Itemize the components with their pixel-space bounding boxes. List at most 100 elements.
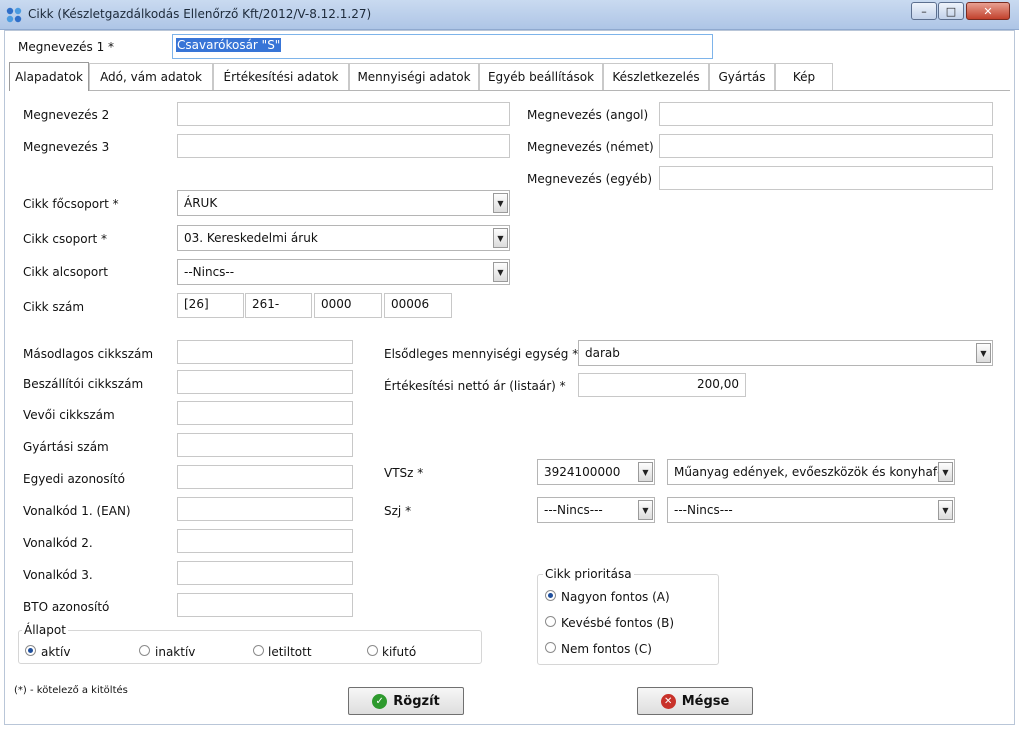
supplier-code-input[interactable] xyxy=(177,370,353,394)
cancel-icon: ✕ xyxy=(660,693,676,709)
other-name-input[interactable] xyxy=(659,166,993,190)
maximize-icon: □ xyxy=(945,4,957,18)
priority-b-radio[interactable] xyxy=(545,616,556,627)
priority-a-label[interactable]: Nagyon fontos (A) xyxy=(561,590,670,604)
german-name-input[interactable] xyxy=(659,134,993,158)
close-button[interactable]: ✕ xyxy=(966,2,1010,20)
vtsz-label: VTSz * xyxy=(384,466,424,480)
tab-label: Adó, vám adatok xyxy=(100,70,202,84)
item-number-label: Cikk szám xyxy=(23,300,85,314)
vtsz-description-select[interactable]: Műanyag edények, evőeszközök és konyhafe… xyxy=(667,459,955,485)
english-name-label: Megnevezés (angol) xyxy=(527,108,649,122)
status-inactive-label[interactable]: inaktív xyxy=(155,645,195,659)
subgroup-select[interactable]: --Nincs-- ▼ xyxy=(177,259,510,285)
tab-mennyisegi[interactable]: Mennyiségi adatok xyxy=(349,63,479,90)
status-disabled-label[interactable]: letiltott xyxy=(268,645,312,659)
chevron-down-icon[interactable]: ▼ xyxy=(638,500,653,520)
tab-keszletkezeles[interactable]: Készletkezelés xyxy=(603,63,709,90)
priority-c-label[interactable]: Nem fontos (C) xyxy=(561,642,652,656)
unique-id-input[interactable] xyxy=(177,465,353,489)
maximize-button[interactable]: □ xyxy=(938,2,964,20)
status-phaseout-label[interactable]: kifutó xyxy=(382,645,416,659)
szj-label: Szj * xyxy=(384,504,412,518)
item-number-part-3[interactable]: 0000 xyxy=(314,293,382,318)
name3-label: Megnevezés 3 xyxy=(23,140,110,154)
tab-ertekesitesi[interactable]: Értékesítési adatok xyxy=(213,63,349,90)
other-name-label: Megnevezés (egyéb) xyxy=(527,172,653,186)
bto-id-input[interactable] xyxy=(177,593,353,617)
chevron-down-icon[interactable]: ▼ xyxy=(938,500,953,520)
name1-label: Megnevezés 1 * xyxy=(18,40,115,54)
bto-id-label: BTO azonosító xyxy=(23,600,110,614)
subgroup-label: Cikk alcsoport xyxy=(23,265,108,279)
unique-id-label: Egyedi azonosító xyxy=(23,472,126,486)
app-icon xyxy=(6,7,22,23)
chevron-down-icon[interactable]: ▼ xyxy=(493,262,508,282)
status-legend: Állapot xyxy=(22,623,68,637)
window-title: Cikk (Készletgazdálkodás Ellenőrző Kft/2… xyxy=(28,7,372,21)
tab-label: Kép xyxy=(792,70,816,84)
chevron-down-icon[interactable]: ▼ xyxy=(493,193,508,213)
priority-legend: Cikk prioritása xyxy=(543,567,634,581)
vtsz-description-value: Műanyag edények, evőeszközök és konyhafe… xyxy=(674,465,948,479)
title-bar[interactable]: Cikk (Készletgazdálkodás Ellenőrző Kft/2… xyxy=(0,0,1019,30)
group-label: Cikk csoport * xyxy=(23,232,108,246)
english-name-input[interactable] xyxy=(659,102,993,126)
status-active-radio[interactable] xyxy=(25,645,36,656)
status-phaseout-radio[interactable] xyxy=(367,645,378,656)
priority-c-radio[interactable] xyxy=(545,642,556,653)
status-disabled-radio[interactable] xyxy=(253,645,264,656)
tab-kep[interactable]: Kép xyxy=(775,63,833,90)
production-number-input[interactable] xyxy=(177,433,353,457)
name3-input[interactable] xyxy=(177,134,510,158)
minimize-icon: – xyxy=(921,4,927,18)
secondary-code-input[interactable] xyxy=(177,340,353,364)
chevron-down-icon[interactable]: ▼ xyxy=(938,462,953,482)
unit-value: darab xyxy=(585,346,620,360)
priority-a-radio[interactable] xyxy=(545,590,556,601)
chevron-down-icon[interactable]: ▼ xyxy=(638,462,653,482)
barcode3-input[interactable] xyxy=(177,561,353,585)
tab-alapadatok[interactable]: Alapadatok xyxy=(9,62,89,91)
item-number-part-2[interactable]: 261- xyxy=(245,293,312,318)
customer-code-input[interactable] xyxy=(177,401,353,425)
status-active-label[interactable]: aktív xyxy=(41,645,70,659)
main-group-select[interactable]: ÁRUK ▼ xyxy=(177,190,510,216)
save-button[interactable]: ✓ Rögzít xyxy=(348,687,464,715)
cancel-button[interactable]: ✕ Mégse xyxy=(637,687,753,715)
price-input[interactable]: 200,00 xyxy=(578,373,746,397)
tab-label: Értékesítési adatok xyxy=(223,70,339,84)
secondary-code-label: Másodlagos cikkszám xyxy=(23,347,154,361)
priority-b-label[interactable]: Kevésbé fontos (B) xyxy=(561,616,674,630)
tab-bar: Alapadatok Adó, vám adatok Értékesítési … xyxy=(9,62,1010,91)
szj-code-select[interactable]: ---Nincs--- ▼ xyxy=(537,497,655,523)
barcode3-label: Vonalkód 3. xyxy=(23,568,93,582)
chevron-down-icon[interactable]: ▼ xyxy=(493,228,508,248)
chevron-down-icon[interactable]: ▼ xyxy=(976,343,991,363)
required-note: (*) - kötelező a kitöltés xyxy=(14,685,128,696)
german-name-label: Megnevezés (német) xyxy=(527,140,654,154)
tab-ado-vam[interactable]: Adó, vám adatok xyxy=(89,63,213,90)
main-group-label: Cikk főcsoport * xyxy=(23,197,119,211)
szj-description-select[interactable]: ---Nincs--- ▼ xyxy=(667,497,955,523)
item-number-part-1[interactable]: [26] xyxy=(177,293,244,318)
barcode1-input[interactable] xyxy=(177,497,353,521)
tab-egyeb-beallitasok[interactable]: Egyéb beállítások xyxy=(479,63,603,90)
unit-select[interactable]: darab ▼ xyxy=(578,340,993,366)
tab-label: Alapadatok xyxy=(15,70,83,84)
production-number-label: Gyártási szám xyxy=(23,440,109,454)
tab-label: Egyéb beállítások xyxy=(487,70,595,84)
unit-label: Elsődleges mennyiségi egység * xyxy=(384,347,579,361)
item-number-part-4[interactable]: 00006 xyxy=(384,293,452,318)
name1-input[interactable]: Csavarókosár "S" xyxy=(172,34,713,59)
minimize-button[interactable]: – xyxy=(911,2,937,20)
barcode2-input[interactable] xyxy=(177,529,353,553)
tab-label: Készletkezelés xyxy=(612,70,700,84)
tab-gyartas[interactable]: Gyártás xyxy=(709,63,775,90)
vtsz-code-select[interactable]: 3924100000 ▼ xyxy=(537,459,655,485)
group-select[interactable]: 03. Kereskedelmi áruk ▼ xyxy=(177,225,510,251)
subgroup-value: --Nincs-- xyxy=(184,265,235,279)
status-inactive-radio[interactable] xyxy=(139,645,150,656)
checkmark-icon: ✓ xyxy=(372,693,388,709)
name2-input[interactable] xyxy=(177,102,510,126)
